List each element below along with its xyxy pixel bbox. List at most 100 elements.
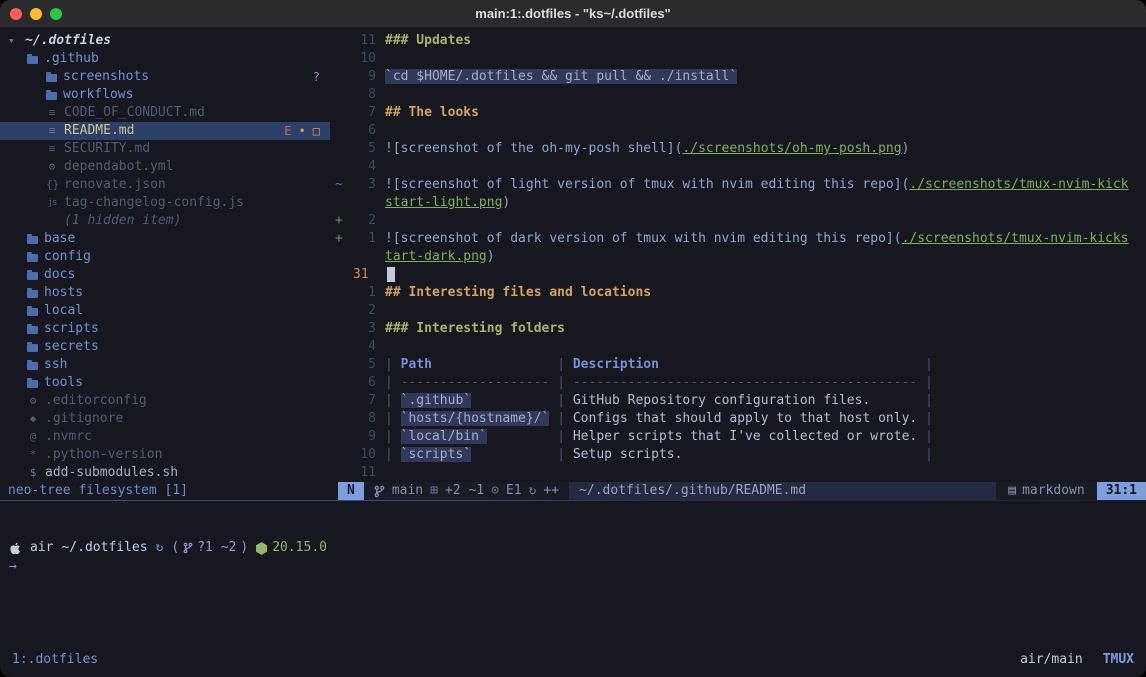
- file-tree: ▾~/.dotfiles.githubscreenshots?workflows…: [0, 32, 330, 482]
- tree-item-code-of-conduct-md[interactable]: ≡CODE_OF_CONDUCT.md: [0, 104, 330, 122]
- zoom-button[interactable]: [50, 8, 62, 20]
- tree-item-ssh[interactable]: ssh: [0, 356, 330, 374]
- editor-line[interactable]: start-light.png): [330, 194, 1146, 212]
- filetype-icon: ▤: [1008, 482, 1016, 500]
- tree-item-config[interactable]: config: [0, 248, 330, 266]
- editor-line[interactable]: 2: [330, 302, 1146, 320]
- editor-line[interactable]: 10: [330, 50, 1146, 68]
- git-branch-icon: [374, 485, 385, 498]
- tree-item-scripts[interactable]: scripts: [0, 320, 330, 338]
- mode-indicator: N: [338, 482, 364, 500]
- editor-line[interactable]: +2: [330, 212, 1146, 230]
- editor-line[interactable]: 4: [330, 158, 1146, 176]
- line-number: 4: [351, 158, 376, 176]
- shell-pane[interactable]: air ~/.dotfiles ↻ ( ?1 ~2 ) 20.15.0: [0, 501, 1146, 643]
- text-segment-code: `cd $HOME/.dotfiles && git pull && ./ins…: [385, 69, 737, 84]
- close-button[interactable]: [10, 8, 22, 20]
- editor-line[interactable]: 6| ------------------- | ---------------…: [330, 374, 1146, 392]
- tree-item-github[interactable]: .github: [0, 50, 330, 68]
- tree-item-python-version[interactable]: *.python-version: [0, 446, 330, 464]
- folder-icon: [27, 272, 38, 280]
- tree-item-label: .python-version: [45, 446, 162, 464]
- gutter-sign-empty: [330, 248, 351, 266]
- tree-item-secrets[interactable]: secrets: [0, 338, 330, 356]
- git-branch-icon: [183, 542, 193, 554]
- tree-item-dotfiles[interactable]: ▾~/.dotfiles: [0, 32, 330, 50]
- git-branch-label: main: [392, 482, 423, 500]
- editor-line[interactable]: 11: [330, 464, 1146, 482]
- text-segment-alt: ![screenshot of the oh-my-posh shell](: [385, 141, 682, 156]
- editor-line[interactable]: 4: [330, 338, 1146, 356]
- nvim-statusline: N main ⊞ +2 ~1 ⊙ E1 ↻ ++ ~/.dotfiles/.gi…: [338, 482, 1146, 500]
- text-segment-pipe: |: [925, 357, 933, 372]
- git-status-markers: ?: [313, 68, 320, 86]
- text-segment-pipe: |: [557, 411, 573, 426]
- editor-line[interactable]: +1![screenshot of dark version of tmux w…: [330, 230, 1146, 248]
- editor-line[interactable]: 8| `hosts/{hostname}/` | Configs that sh…: [330, 410, 1146, 428]
- editor-line[interactable]: 6: [330, 122, 1146, 140]
- text-segment-dash: -------------------: [401, 375, 550, 390]
- gear-file-icon: ⚙: [46, 158, 58, 176]
- editor-line[interactable]: 8: [330, 86, 1146, 104]
- tmux-window-tab[interactable]: 1:.dotfiles: [12, 651, 98, 669]
- folder-icon: [46, 74, 57, 82]
- line-text: tart-dark.png): [376, 248, 495, 266]
- diagnostics-icon: ⊙: [491, 482, 499, 500]
- tree-item-tools[interactable]: tools: [0, 374, 330, 392]
- tree-item-readme-md[interactable]: ≡README.mdE•□: [0, 122, 330, 140]
- tree-item-nvmrc[interactable]: @.nvmrc: [0, 428, 330, 446]
- tree-item-hosts[interactable]: hosts: [0, 284, 330, 302]
- tree-item-docs[interactable]: docs: [0, 266, 330, 284]
- tree-item-security-md[interactable]: ≡SECURITY.md: [0, 140, 330, 158]
- status-marker: •: [299, 122, 306, 140]
- tree-item-label: renovate.json: [64, 176, 166, 194]
- editor-line[interactable]: 1## Interesting files and locations: [330, 284, 1146, 302]
- shell-input-line[interactable]: →: [9, 558, 1146, 576]
- tree-item-local[interactable]: local: [0, 302, 330, 320]
- neotree-sidebar[interactable]: ▾~/.dotfiles.githubscreenshots?workflows…: [0, 28, 330, 482]
- editor-line[interactable]: 10| `scripts` | Setup scripts. |: [330, 446, 1146, 464]
- editor-line[interactable]: 3### Interesting folders: [330, 320, 1146, 338]
- minimize-button[interactable]: [30, 8, 42, 20]
- status-marker: E: [284, 122, 291, 140]
- tree-item-label: workflows: [63, 86, 133, 104]
- text-segment-pipe: |: [557, 357, 573, 372]
- editor-line[interactable]: ~3![screenshot of light version of tmux …: [330, 176, 1146, 194]
- text-segment-pipe: |: [385, 375, 401, 390]
- tree-item-screenshots[interactable]: screenshots?: [0, 68, 330, 86]
- editor-line[interactable]: 5| Path | Description |: [330, 356, 1146, 374]
- gutter-sign: ~: [330, 176, 351, 194]
- editor-line[interactable]: 5![screenshot of the oh-my-posh shell](.…: [330, 140, 1146, 158]
- tree-item-renovate-json[interactable]: {}renovate.json: [0, 176, 330, 194]
- editor-line[interactable]: 9| `local/bin` | Helper scripts that I'v…: [330, 428, 1146, 446]
- tree-item-editorconfig[interactable]: ⚙.editorconfig: [0, 392, 330, 410]
- editor-line[interactable]: 7| `.github` | GitHub Repository configu…: [330, 392, 1146, 410]
- tree-item-dependabot-yml[interactable]: ⚙dependabot.yml: [0, 158, 330, 176]
- editor-line[interactable]: 31: [330, 266, 1146, 284]
- tree-item-tag-changelog-config-js[interactable]: jstag-changelog-config.js: [0, 194, 330, 212]
- tree-item-base[interactable]: base: [0, 230, 330, 248]
- editor-line[interactable]: 11### Updates: [330, 32, 1146, 50]
- diagnostics-count: E1: [506, 482, 522, 500]
- window-title: main:1:.dotfiles - "ks~/.dotfiles": [0, 5, 1146, 23]
- line-number: 10: [351, 446, 376, 464]
- tree-item-label: CODE_OF_CONDUCT.md: [64, 104, 205, 122]
- line-text: [376, 122, 385, 140]
- editor-line[interactable]: 7## The looks: [330, 104, 1146, 122]
- tree-root-label: ~/.dotfiles: [25, 32, 111, 50]
- editor-buffer[interactable]: 11### Updates109`cd $HOME/.dotfiles && g…: [330, 28, 1146, 482]
- line-text: [376, 86, 385, 104]
- tree-item-1-hidden-item[interactable]: (1 hidden item): [0, 212, 330, 230]
- line-number: 6: [351, 374, 376, 392]
- editor-line[interactable]: 9`cd $HOME/.dotfiles && git pull && ./in…: [330, 68, 1146, 86]
- sh-file-icon: $: [27, 464, 39, 482]
- text-segment-code: `scripts`: [401, 447, 471, 462]
- text-segment-pipe: |: [925, 447, 933, 462]
- tmux-status-bar: 1:.dotfiles air/main TMUX: [0, 643, 1146, 677]
- tree-item-gitignore[interactable]: ◆.gitignore: [0, 410, 330, 428]
- tree-item-add-submodules-sh[interactable]: $add-submodules.sh: [0, 464, 330, 482]
- text-segment-txt: [870, 393, 925, 408]
- line-number: [351, 248, 376, 266]
- tree-item-workflows[interactable]: workflows: [0, 86, 330, 104]
- editor-line[interactable]: tart-dark.png): [330, 248, 1146, 266]
